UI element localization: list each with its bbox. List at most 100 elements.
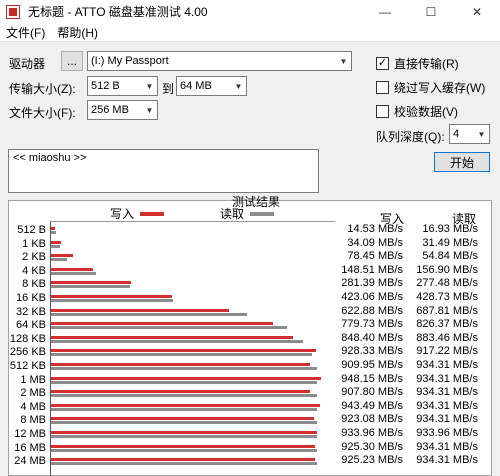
file-size-select[interactable]: 256 MB ▼ — [87, 100, 158, 120]
menu-bar: 文件(F) 帮助(H) — [0, 23, 500, 42]
read-value: 826.37 MB/s — [416, 318, 478, 331]
results-chart — [50, 221, 335, 476]
write-value: 909.95 MB/s — [341, 359, 403, 371]
title-bar: 无标题 - ATTO 磁盘基准测试 4.00 — ☐ ✕ — [0, 0, 500, 23]
read-value: 16.93 MB/s — [422, 223, 478, 235]
browse-button[interactable]: ... — [61, 51, 83, 71]
direct-io-label: 直接传输(R) — [394, 57, 459, 71]
write-bar — [51, 376, 322, 380]
read-bar — [51, 244, 60, 248]
write-value: 779.73 MB/s — [341, 318, 403, 331]
write-bar — [51, 417, 315, 421]
row-size-label: 2 KB — [22, 251, 46, 264]
legend-write-label: 写入 — [110, 207, 135, 221]
row-size-label: 8 MB — [20, 414, 46, 427]
transfer-size-to-select[interactable]: 64 MB ▼ — [176, 76, 247, 96]
row-size-label: 32 KB — [16, 305, 46, 318]
row-size-label: 16 MB — [14, 441, 46, 454]
write-bar — [51, 267, 94, 271]
notes-textarea[interactable]: << miaoshu >> — [8, 149, 319, 193]
legend-write-swatch — [140, 211, 165, 216]
transfer-to-value: 64 MB — [180, 80, 212, 92]
read-bar — [51, 258, 67, 262]
write-bar — [51, 390, 310, 394]
write-value: 907.80 MB/s — [341, 386, 403, 399]
row-size-label: 512 KB — [9, 360, 46, 372]
direct-io-checkbox[interactable]: ✓ 直接传输(R) — [376, 55, 459, 72]
drive-select[interactable]: (I:) My Passport ▼ — [87, 51, 352, 71]
window-title: 无标题 - ATTO 磁盘基准测试 4.00 — [28, 5, 208, 19]
read-value: 883.46 MB/s — [416, 331, 478, 344]
write-value: 281.39 MB/s — [341, 277, 403, 290]
row-size-label: 1 KB — [22, 237, 46, 250]
write-value: 34.09 MB/s — [347, 236, 403, 249]
write-bar — [51, 349, 316, 353]
read-bar — [51, 353, 313, 357]
read-bar — [51, 312, 248, 316]
to-label: 到 — [162, 82, 175, 96]
read-value: 31.49 MB/s — [422, 236, 478, 249]
row-size-label: 16 KB — [16, 292, 46, 304]
chevron-down-icon: ▼ — [234, 81, 243, 91]
legend-read: 读取 — [220, 205, 275, 222]
read-bar — [51, 435, 318, 438]
start-button[interactable]: 开始 — [434, 152, 490, 172]
write-bar — [51, 431, 318, 434]
menu-file[interactable]: 文件(F) — [0, 24, 51, 41]
read-value: 934.31 MB/s — [416, 359, 478, 371]
row-size-label: 512 B — [17, 224, 46, 236]
read-bar — [51, 271, 96, 275]
checkbox-empty-icon — [376, 81, 389, 94]
row-size-label: 1 MB — [20, 373, 46, 386]
read-bar — [51, 299, 174, 302]
write-value: 925.23 MB/s — [341, 454, 403, 467]
minimize-button[interactable]: — — [362, 0, 408, 23]
maximize-button[interactable]: ☐ — [408, 0, 454, 23]
read-bar — [51, 407, 318, 411]
file-size-label: 文件大小(F): — [9, 106, 76, 120]
read-bar — [51, 231, 56, 234]
read-bar — [51, 448, 318, 452]
read-value: 428.73 MB/s — [416, 291, 478, 303]
write-value: 848.40 MB/s — [341, 331, 403, 344]
write-bar — [51, 254, 74, 258]
read-bar — [51, 380, 318, 384]
row-size-label: 4 MB — [20, 400, 46, 413]
write-bar — [51, 308, 229, 312]
write-bar — [51, 240, 61, 244]
write-bar — [51, 295, 172, 298]
read-bar — [51, 462, 318, 466]
checkbox-empty-icon — [376, 105, 389, 118]
write-value: 948.15 MB/s — [341, 372, 403, 385]
menu-help[interactable]: 帮助(H) — [51, 24, 104, 41]
write-value: 943.49 MB/s — [341, 399, 403, 412]
read-bar — [51, 339, 303, 343]
read-value: 156.90 MB/s — [416, 263, 478, 276]
write-bar — [51, 281, 132, 285]
read-bar — [51, 285, 131, 289]
read-value: 934.31 MB/s — [416, 372, 478, 385]
read-value: 934.31 MB/s — [416, 413, 478, 426]
chevron-down-icon: ▼ — [339, 56, 348, 66]
queue-depth-label: 队列深度(Q): — [376, 130, 445, 144]
verify-data-checkbox[interactable]: 校验数据(V) — [376, 103, 458, 120]
row-size-label: 64 KB — [16, 319, 46, 332]
read-value: 934.31 MB/s — [416, 440, 478, 453]
verify-data-label: 校验数据(V) — [394, 105, 458, 119]
chevron-down-icon: ▼ — [477, 129, 486, 139]
row-size-label: 256 KB — [9, 346, 46, 359]
row-size-label: 2 MB — [20, 387, 46, 400]
write-bar — [51, 227, 56, 230]
queue-depth-select[interactable]: 4 ▼ — [449, 124, 490, 144]
close-button[interactable]: ✕ — [454, 0, 500, 23]
bypass-cache-checkbox[interactable]: 绕过写入缓存(W) — [376, 79, 485, 96]
chevron-down-icon: ▼ — [145, 81, 154, 91]
write-bar — [51, 335, 293, 339]
read-value: 933.96 MB/s — [416, 427, 478, 439]
transfer-size-from-select[interactable]: 512 B ▼ — [87, 76, 158, 96]
bypass-cache-label: 绕过写入缓存(W) — [394, 81, 486, 95]
write-bar — [51, 458, 315, 462]
read-value: 277.48 MB/s — [416, 277, 478, 290]
legend-read-swatch — [250, 211, 275, 216]
window-controls: — ☐ ✕ — [362, 0, 500, 23]
